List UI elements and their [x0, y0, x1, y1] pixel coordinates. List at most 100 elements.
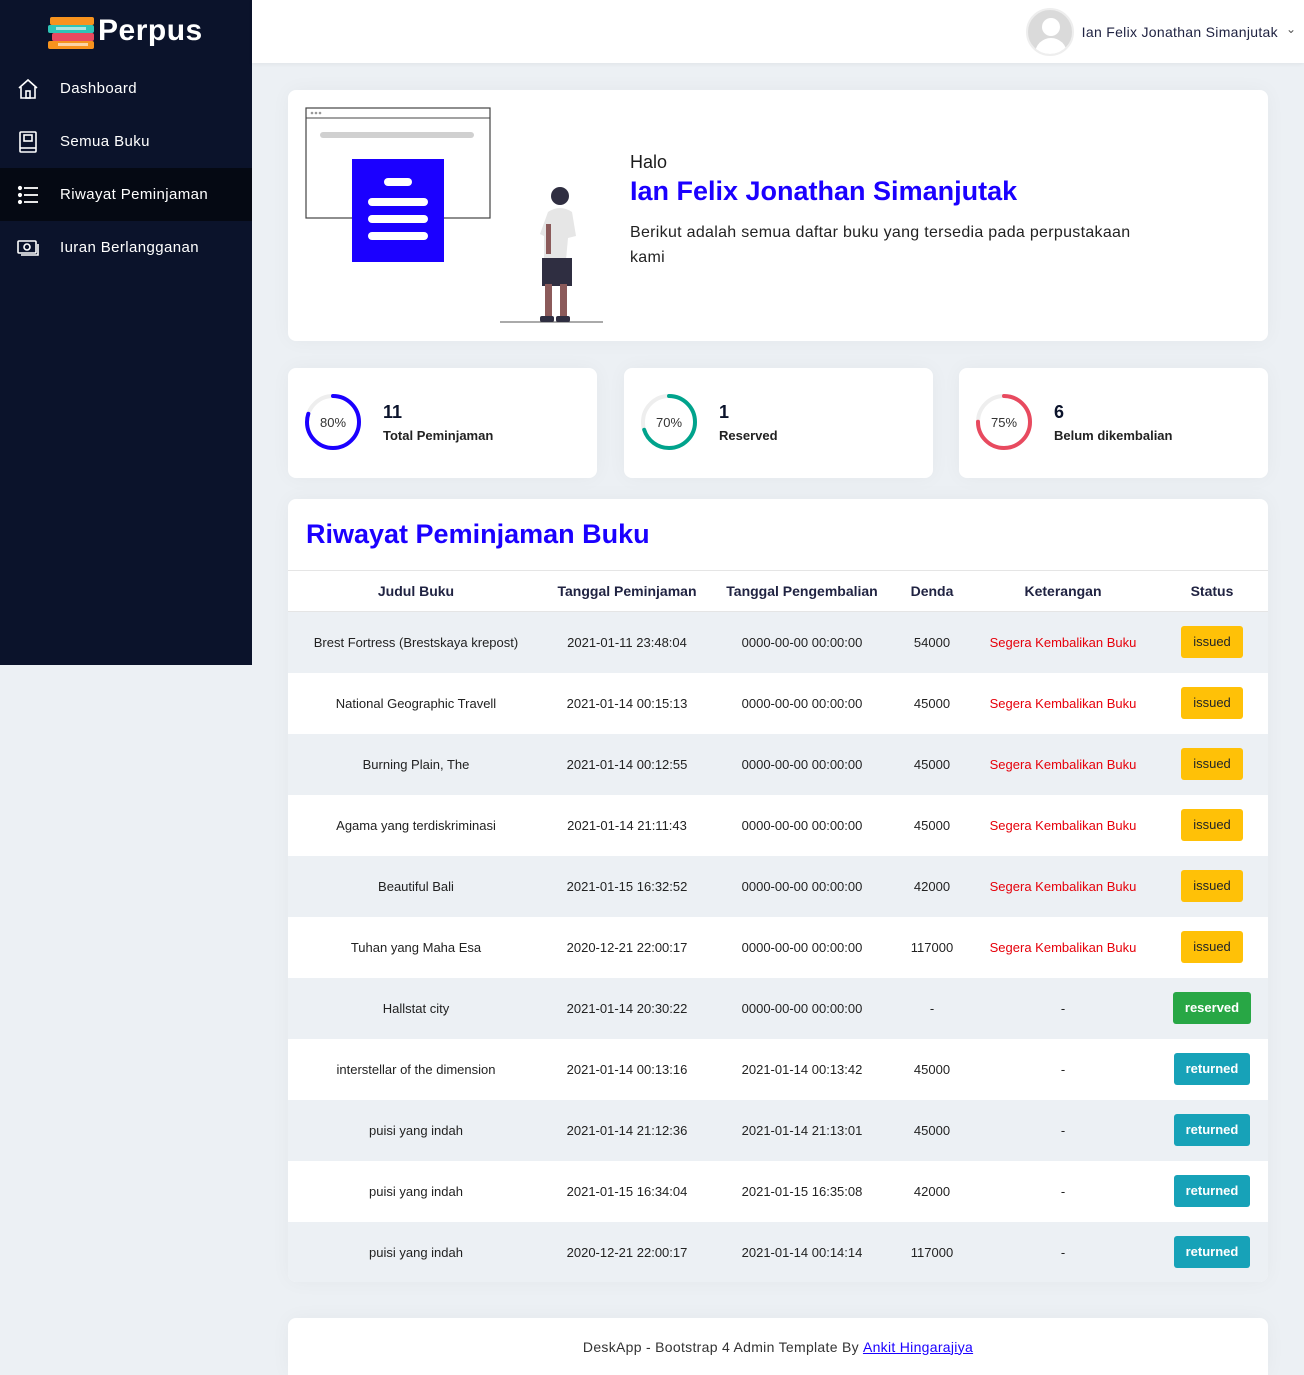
table-row: National Geographic Travell 2021-01-14 00… — [288, 673, 1268, 734]
status-badge[interactable]: issued — [1181, 931, 1243, 963]
status-badge[interactable]: issued — [1181, 687, 1243, 719]
sidebar: Perpus Dashboard Semua Buku Riwayat Peminj… — [0, 0, 252, 665]
table-title: Riwayat Peminjaman Buku — [306, 519, 650, 549]
status-cell: issued — [1156, 733, 1268, 795]
sidebar-item-dashboard[interactable]: Dashboard — [0, 62, 252, 115]
table-row: Tuhan yang Maha Esa 2020-12-21 22:00:17 00… — [288, 917, 1268, 978]
return-date-cell: 0000-00-00 00:00:00 — [741, 695, 863, 711]
history-table-card: Riwayat Peminjaman Buku Judul Buku Tangga… — [288, 499, 1268, 1282]
note-cell: Segera Kembalikan Buku — [970, 733, 1156, 795]
column-header: Tanggal Pengembalian — [710, 570, 894, 612]
status-badge[interactable]: issued — [1181, 626, 1243, 659]
stat-percent: 70% — [655, 414, 683, 430]
book-title-cell: puisi yang indah — [288, 1221, 544, 1282]
status-badge[interactable]: returned — [1173, 1114, 1251, 1146]
reading-illustration-icon — [305, 107, 603, 323]
fine-cell: 45000 — [894, 733, 970, 795]
history-table: Judul Buku Tanggal Peminjaman Tanggal Peng… — [288, 570, 1268, 1282]
return-date-cell: 0000-00-00 00:00:00 — [710, 733, 894, 795]
fine-cell: 117000 — [910, 939, 954, 955]
return-date-cell: 2021-01-14 00:13:42 — [741, 1061, 863, 1077]
money-icon — [16, 236, 40, 260]
borrow-date-cell: 2021-01-14 00:15:13 — [566, 695, 688, 711]
status-cell: reserved — [1156, 977, 1268, 1039]
stat-percent: 80% — [319, 414, 347, 430]
book-title-cell: Hallstat city — [288, 977, 544, 1039]
fine-cell: - — [894, 977, 970, 1039]
borrow-date-cell: 2021-01-14 20:30:22 — [544, 977, 710, 1039]
status-badge[interactable]: issued — [1181, 809, 1243, 841]
status-badge[interactable]: returned — [1173, 1236, 1251, 1268]
book-title-cell: puisi yang indah — [369, 1183, 463, 1199]
book-title-cell: Brest Fortress (Brestskaya krepost) — [288, 611, 544, 673]
user-name[interactable]: Ian Felix Jonathan Simanjutak — [1082, 24, 1278, 40]
status-cell: issued — [1156, 917, 1268, 978]
welcome-card: Halo Ian Felix Jonathan Simanjutak Berik… — [288, 90, 1268, 341]
return-date-cell: 0000-00-00 00:00:00 — [710, 611, 894, 673]
note-cell: Segera Kembalikan Buku — [970, 855, 1156, 917]
table-row: Hallstat city 2021-01-14 20:30:22 0000-00-… — [288, 977, 1268, 1039]
table-row: interstellar of the dimension 2021-01-14 … — [288, 1039, 1268, 1100]
return-date-cell: 0000-00-00 00:00:00 — [741, 939, 863, 955]
status-cell: issued — [1156, 855, 1268, 917]
avatar[interactable] — [1025, 8, 1074, 56]
stat-value: 6 — [1054, 402, 1065, 422]
greeting: Halo — [630, 152, 668, 172]
status-cell: issued — [1156, 795, 1268, 856]
status-badge[interactable]: issued — [1181, 748, 1243, 780]
table-row: puisi yang indah 2021-01-14 21:12:36 2021-… — [288, 1099, 1268, 1161]
footer-author-link[interactable]: Ankit Hingarajiya — [863, 1339, 973, 1355]
column-header: Tanggal Peminjaman — [544, 570, 710, 612]
stat-value: 1 — [719, 402, 730, 422]
brand[interactable]: Perpus — [0, 0, 252, 62]
table-row: Brest Fortress (Brestskaya krepost) 2021-… — [288, 611, 1268, 673]
status-cell: returned — [1156, 1039, 1268, 1100]
column-header: Keterangan — [970, 570, 1156, 612]
book-title-cell: Tuhan yang Maha Esa — [350, 939, 482, 955]
note-cell: Segera Kembalikan Buku — [989, 695, 1137, 711]
return-date-cell: 0000-00-00 00:00:00 — [741, 817, 863, 833]
chevron-down-icon[interactable]: ⌄ — [1286, 22, 1296, 36]
sidebar-item-label: Dashboard — [60, 80, 137, 97]
borrow-date-cell: 2021-01-15 16:32:52 — [544, 855, 710, 917]
welcome-user-name: Ian Felix Jonathan Simanjutak — [630, 176, 1018, 206]
list-icon — [16, 183, 40, 207]
status-cell: returned — [1156, 1161, 1268, 1222]
sidebar-item-label: Riwayat Peminjaman — [60, 186, 209, 203]
stat-card-reserved: 70% 1 Reserved — [624, 368, 933, 478]
home-icon — [16, 77, 40, 101]
user-menu[interactable]: Ian Felix Jonathan Simanjutak ⌄ — [1025, 8, 1296, 56]
status-badge[interactable]: reserved — [1172, 992, 1252, 1024]
borrow-date-cell: 2021-01-14 21:12:36 — [544, 1099, 710, 1161]
book-title-cell: puisi yang indah — [288, 1099, 544, 1161]
borrow-date-cell: 2021-01-11 23:48:04 — [544, 611, 710, 673]
fine-cell: 42000 — [894, 855, 970, 917]
borrow-date-cell: 2021-01-15 16:34:04 — [566, 1183, 688, 1199]
stat-label: Total Peminjaman — [383, 428, 494, 443]
stat-percent: 75% — [990, 414, 1018, 430]
fine-cell: 45000 — [913, 1061, 951, 1077]
fine-cell: 45000 — [913, 817, 951, 833]
sidebar-item-iuran-berlangganan[interactable]: Iuran Berlangganan — [0, 221, 252, 274]
status-badge[interactable]: issued — [1181, 870, 1243, 902]
return-date-cell: 2021-01-15 16:35:08 — [741, 1183, 863, 1199]
table-row: Burning Plain, The 2021-01-14 00:12:55 000… — [288, 733, 1268, 795]
note-cell: Segera Kembalikan Buku — [970, 611, 1156, 673]
welcome-description: Berikut adalah semua daftar buku yang te… — [630, 224, 1131, 266]
note-cell: - — [970, 977, 1156, 1039]
book-title-cell: Burning Plain, The — [288, 733, 544, 795]
sidebar-item-label: Semua Buku — [60, 133, 150, 150]
sidebar-item-riwayat-peminjaman[interactable]: Riwayat Peminjaman — [0, 168, 252, 221]
book-title-cell: National Geographic Travell — [335, 695, 497, 711]
status-cell: returned — [1156, 1099, 1268, 1161]
column-header: Judul Buku — [288, 570, 544, 612]
stat-label: Reserved — [719, 428, 778, 443]
status-badge[interactable]: returned — [1173, 1175, 1251, 1207]
sidebar-item-semua-buku[interactable]: Semua Buku — [0, 115, 252, 168]
footer: DeskApp - Bootstrap 4 Admin Template By … — [288, 1318, 1268, 1375]
note-cell: - — [970, 1099, 1156, 1161]
table-row: Agama yang terdiskriminasi 2021-01-14 21:… — [288, 795, 1268, 856]
status-badge[interactable]: returned — [1173, 1053, 1251, 1085]
borrow-date-cell: 2020-12-21 22:00:17 — [544, 1221, 710, 1282]
book-title-cell: Agama yang terdiskriminasi — [336, 817, 496, 833]
